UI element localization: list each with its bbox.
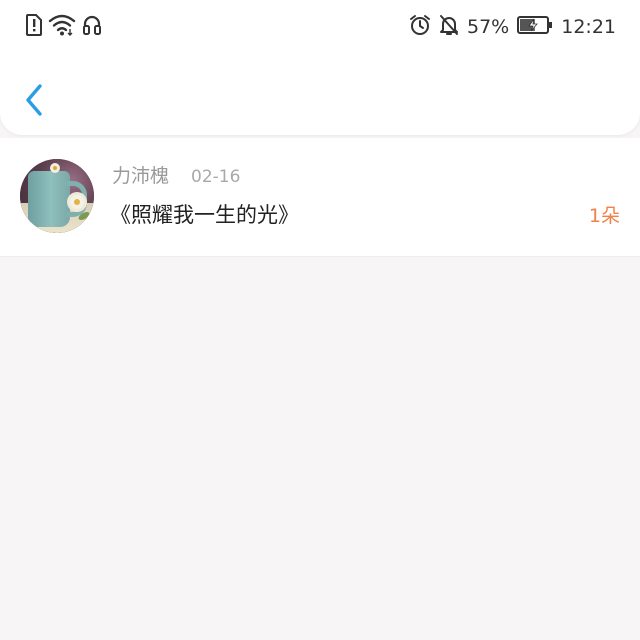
chevron-left-icon [26, 84, 42, 116]
nav-bar [0, 62, 640, 132]
mute-bell-icon [439, 14, 459, 41]
status-time: 12:21 [561, 16, 616, 38]
flower-count: 1朵 [588, 205, 620, 227]
status-icons-left [26, 14, 102, 40]
avatar[interactable] [20, 159, 94, 233]
header-card: 57% 12:21 [0, 0, 640, 135]
battery-charging-icon [517, 15, 553, 40]
status-bar: 57% 12:21 [0, 0, 640, 54]
user-name[interactable]: 力沛槐 [112, 163, 169, 189]
back-button[interactable] [18, 80, 52, 120]
sim-alert-icon [26, 14, 42, 40]
book-title: 《照耀我一生的光》 [110, 203, 299, 227]
list-item[interactable]: 力沛槐 02-16 《照耀我一生的光》 1朵 [0, 138, 640, 256]
wifi-icon [48, 14, 76, 40]
record-list: 力沛槐 02-16 《照耀我一生的光》 1朵 [0, 138, 640, 257]
alarm-icon [409, 14, 431, 41]
headset-icon [82, 14, 102, 40]
status-icons-right: 57% 12:21 [409, 13, 616, 41]
screen: 57% 12:21 力沛槐 02-16 《照耀我一生的光》 1朵 [0, 0, 640, 640]
record-date: 02-16 [191, 167, 241, 187]
battery-percent: 57% [467, 16, 510, 38]
